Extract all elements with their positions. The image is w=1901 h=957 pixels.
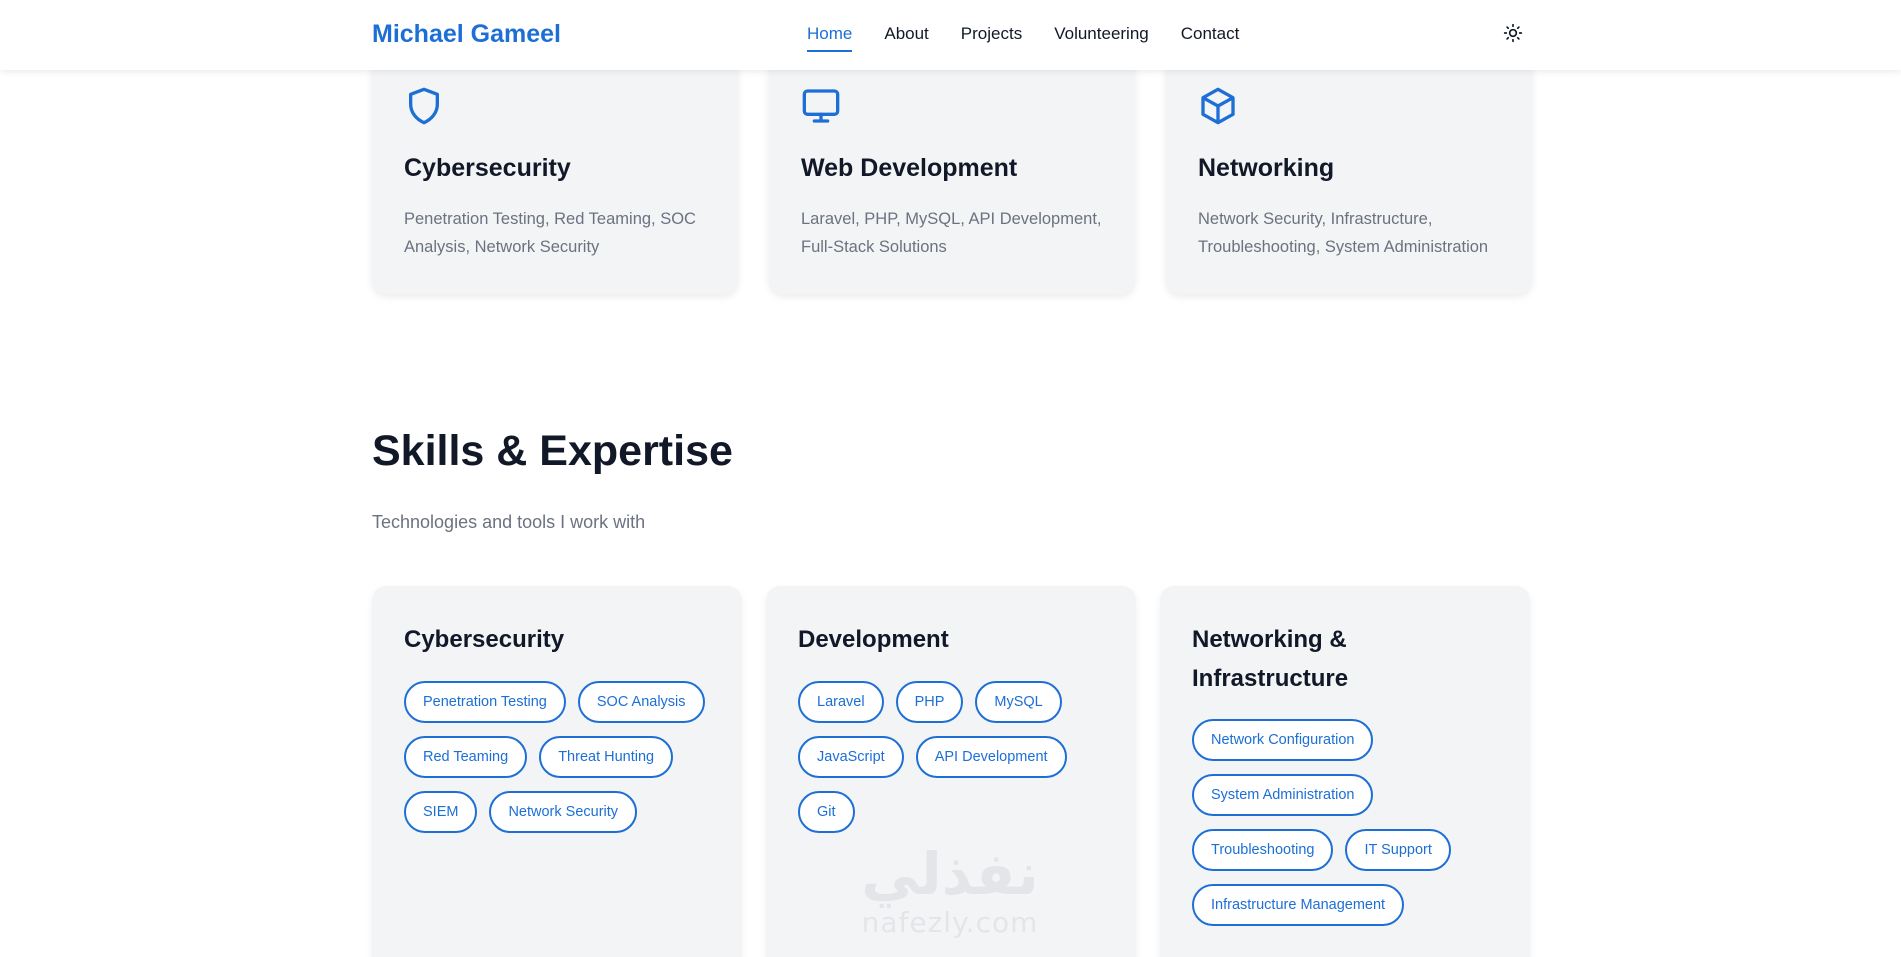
skill-card-cybersecurity: Cybersecurity Penetration Testing SOC An… [372, 586, 742, 957]
skill-tag[interactable]: PHP [895, 681, 964, 723]
skill-tag[interactable]: System Administration [1192, 774, 1374, 816]
skill-tag[interactable]: Laravel [798, 681, 884, 723]
service-description: Laravel, PHP, MySQL, API Development, Fu… [801, 210, 1102, 256]
skill-tag[interactable]: Red Teaming [404, 736, 528, 778]
nav-projects[interactable]: Projects [961, 24, 1022, 52]
nav-volunteering[interactable]: Volunteering [1054, 24, 1149, 52]
skill-tag[interactable]: SOC Analysis [577, 681, 705, 723]
skill-tag[interactable]: IT Support [1345, 829, 1451, 871]
watermark-text: nafezly.com [861, 906, 1039, 939]
nav-contact[interactable]: Contact [1181, 24, 1240, 52]
skill-tag[interactable]: Troubleshooting [1192, 829, 1334, 871]
skill-tag[interactable]: JavaScript [798, 736, 904, 778]
skill-tag[interactable]: Network Security [489, 791, 638, 833]
skill-card-title: Development [798, 626, 949, 653]
watermark-arabic: نفذلي [861, 840, 1039, 908]
monitor-icon [802, 89, 840, 123]
skill-tag-list: Penetration Testing SOC Analysis Red Tea… [404, 681, 724, 833]
service-card-cybersecurity: Cybersecurity Penetration Testing, Red T… [372, 50, 738, 294]
site-header: Michael Gameel Home About Projects Volun… [0, 0, 1901, 70]
main-nav: Home About Projects Volunteering Contact [807, 24, 1239, 52]
service-card-networking: Networking Network Security, Infrastruct… [1166, 50, 1532, 294]
cube-icon [1201, 87, 1235, 125]
skill-tag-list: Laravel PHP MySQL JavaScript API Develop… [798, 681, 1118, 833]
service-card-web-development: Web Development Laravel, PHP, MySQL, API… [769, 50, 1135, 294]
skill-tag[interactable]: MySQL [975, 681, 1062, 723]
nav-about[interactable]: About [884, 24, 928, 52]
skill-tag[interactable]: Infrastructure Management [1192, 884, 1405, 926]
skill-card-title: Networking & Infrastructure [1192, 626, 1349, 692]
skill-card-networking: Networking & Infrastructure Network Conf… [1160, 586, 1530, 957]
theme-toggle-button[interactable] [1500, 20, 1526, 46]
section-subtitle: Technologies and tools I work with [372, 512, 646, 532]
skill-tag[interactable]: SIEM [404, 791, 478, 833]
service-title: Networking [1198, 154, 1335, 182]
service-title: Cybersecurity [404, 154, 571, 182]
watermark: نفذلي nafezly.com [830, 842, 1070, 952]
skill-tag[interactable]: Penetration Testing [404, 681, 566, 723]
skill-tag[interactable]: Git [798, 791, 855, 833]
skill-card-title: Cybersecurity [404, 626, 565, 653]
shield-icon [409, 87, 439, 125]
section-title: Skills & Expertise [372, 427, 733, 475]
nav-home[interactable]: Home [807, 24, 853, 52]
skill-tag-list: Network Configuration System Administrat… [1192, 719, 1512, 926]
skill-tag[interactable]: Threat Hunting [539, 736, 674, 778]
sun-icon [1503, 23, 1523, 43]
service-description: Penetration Testing, Red Teaming, SOC An… [404, 210, 696, 256]
service-description: Network Security, Infrastructure, Troubl… [1198, 210, 1489, 256]
brand-logo[interactable]: Michael Gameel [372, 20, 561, 49]
skill-tag[interactable]: API Development [915, 736, 1067, 778]
skill-tag[interactable]: Network Configuration [1192, 719, 1374, 761]
service-title: Web Development [801, 154, 1018, 182]
